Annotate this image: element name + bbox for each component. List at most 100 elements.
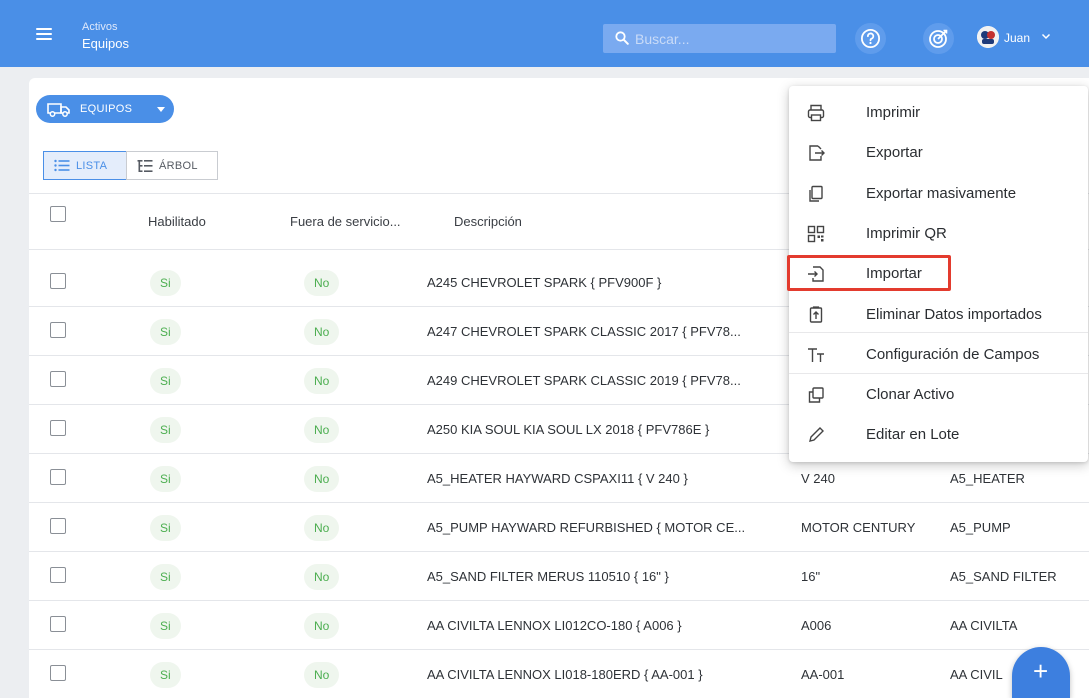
menu-item-configuracion-de-campos[interactable]: Configuración de Campos (789, 335, 1088, 375)
qr-code-icon (806, 224, 826, 244)
row-checkbox[interactable] (50, 616, 66, 632)
habilitado-badge: Si (150, 466, 181, 492)
chip-label: EQUIPOS (80, 103, 133, 115)
description-cell: A249 CHEVROLET SPARK CLASSIC 2019 { PFV7… (427, 373, 741, 388)
habilitado-badge: Si (150, 417, 181, 443)
row-checkbox[interactable] (50, 371, 66, 387)
row-checkbox[interactable] (50, 322, 66, 338)
description-cell: A5_HEATER HAYWARD CSPAXI11 { V 240 } (427, 471, 688, 486)
fuera-servicio-badge: No (304, 466, 340, 492)
fuera-servicio-badge: No (304, 270, 340, 296)
menu-item-exportar[interactable]: Exportar (789, 133, 1088, 173)
table-row[interactable]: Si No A5_SAND FILTER MERUS 110510 { 16" } 1… (29, 552, 1089, 601)
column4-cell: V 240 (801, 471, 835, 486)
menu-divider (789, 332, 1088, 333)
menu-item-label: Imprimir QR (866, 225, 947, 242)
tab-lista[interactable]: LISTA (43, 151, 127, 180)
breadcrumb-parent[interactable]: Activos (82, 21, 117, 33)
row-checkbox[interactable] (50, 665, 66, 681)
row-checkbox[interactable] (50, 518, 66, 534)
app-header: Activos Equipos Buscar... Juan (0, 0, 1089, 67)
tab-arbol-label: ÁRBOL (159, 160, 198, 172)
delete-imported-icon (806, 305, 826, 325)
menu-item-label: Imprimir (866, 104, 921, 121)
column5-cell: A5_PUMP (950, 520, 1011, 535)
menu-item-exportar-masivamente[interactable]: Exportar masivamente (789, 174, 1088, 214)
column4-cell: AA-001 (801, 667, 845, 682)
export-icon (806, 143, 826, 163)
tab-arbol[interactable]: ÁRBOL (126, 151, 218, 180)
truck-icon (47, 103, 70, 117)
equipment-category-dropdown[interactable]: EQUIPOS (36, 95, 174, 123)
habilitado-badge: Si (150, 319, 181, 345)
select-all-checkbox[interactable] (50, 206, 66, 222)
description-cell: A245 CHEVROLET SPARK { PFV900F } (427, 275, 662, 290)
column4-cell: A006 (801, 618, 832, 633)
menu-item-label: Eliminar Datos importados (866, 306, 1042, 323)
menu-item-label: Exportar (866, 144, 923, 161)
habilitado-badge: Si (150, 613, 181, 639)
target-button[interactable] (923, 23, 954, 54)
menu-divider (789, 373, 1088, 374)
column5-cell: A5_SAND FILTER (950, 569, 1057, 584)
row-checkbox[interactable] (50, 420, 66, 436)
table-row[interactable]: Si No A5_PUMP HAYWARD REFURBISHED { MOTOR … (29, 503, 1089, 552)
row-checkbox[interactable] (50, 469, 66, 485)
search-placeholder: Buscar... (635, 31, 690, 47)
text-fields-icon (806, 345, 826, 365)
column5-cell: AA CIVILTA (950, 618, 1018, 633)
habilitado-badge: Si (150, 368, 181, 394)
menu-item-imprimir[interactable]: Imprimir (789, 93, 1088, 133)
clone-icon (806, 385, 826, 405)
menu-item-label: Exportar masivamente (866, 185, 1017, 202)
chevron-down-icon (1041, 33, 1051, 40)
description-cell: A5_SAND FILTER MERUS 110510 { 16" } (427, 569, 669, 584)
column4-cell: MOTOR CENTURY (801, 520, 916, 535)
target-icon (929, 29, 948, 48)
table-row[interactable]: Si No AA CIVILTA LENNOX LI018-180ERD { AA-… (29, 650, 1089, 698)
fuera-servicio-badge: No (304, 564, 340, 590)
column-header-descripcion[interactable]: Descripción (454, 214, 522, 229)
column-header-fuera-de-servicio[interactable]: Fuera de servicio... (290, 214, 401, 229)
menu-item-eliminar-datos-importados[interactable]: Eliminar Datos importados (789, 295, 1088, 335)
description-cell: A5_PUMP HAYWARD REFURBISHED { MOTOR CE..… (427, 520, 746, 535)
habilitado-badge: Si (150, 564, 181, 590)
menu-item-clonar-activo[interactable]: Clonar Activo (789, 375, 1088, 415)
column-header-habilitado[interactable]: Habilitado (148, 214, 206, 229)
row-checkbox[interactable] (50, 273, 66, 289)
hamburger-menu-icon[interactable] (36, 28, 52, 40)
menu-item-editar-en-lote[interactable]: Editar en Lote (789, 415, 1088, 455)
habilitado-badge: Si (150, 515, 181, 541)
menu-item-importar[interactable]: Importar (789, 254, 1088, 294)
avatar (977, 26, 999, 48)
table-row[interactable]: Si No AA CIVILTA LENNOX LI012CO-180 { A006… (29, 601, 1089, 650)
user-name: Juan (1004, 31, 1031, 45)
menu-item-label: Editar en Lote (866, 426, 960, 443)
caret-down-icon (157, 107, 165, 112)
import-icon (806, 264, 826, 284)
bulk-export-icon (806, 184, 826, 204)
tree-icon (137, 160, 153, 172)
fuera-servicio-badge: No (304, 417, 340, 443)
description-cell: A250 KIA SOUL KIA SOUL LX 2018 { PFV786E… (427, 422, 710, 437)
plus-icon: + (1033, 656, 1049, 686)
search-input[interactable]: Buscar... (603, 24, 836, 53)
breadcrumb-current: Equipos (82, 36, 129, 51)
tab-lista-label: LISTA (76, 160, 108, 172)
fuera-servicio-badge: No (304, 613, 340, 639)
habilitado-badge: Si (150, 270, 181, 296)
menu-item-label: Configuración de Campos (866, 346, 1040, 363)
row-checkbox[interactable] (50, 567, 66, 583)
list-icon (54, 159, 70, 172)
description-cell: A247 CHEVROLET SPARK CLASSIC 2017 { PFV7… (427, 324, 741, 339)
menu-item-imprimir-qr[interactable]: Imprimir QR (789, 214, 1088, 254)
column4-cell: 16" (801, 569, 821, 584)
help-button[interactable] (855, 23, 886, 54)
fuera-servicio-badge: No (304, 662, 340, 688)
pencil-icon (806, 425, 826, 445)
fuera-servicio-badge: No (304, 515, 340, 541)
add-button[interactable]: + (1012, 647, 1070, 698)
fuera-servicio-badge: No (304, 319, 340, 345)
search-icon (615, 31, 629, 45)
fuera-servicio-badge: No (304, 368, 340, 394)
